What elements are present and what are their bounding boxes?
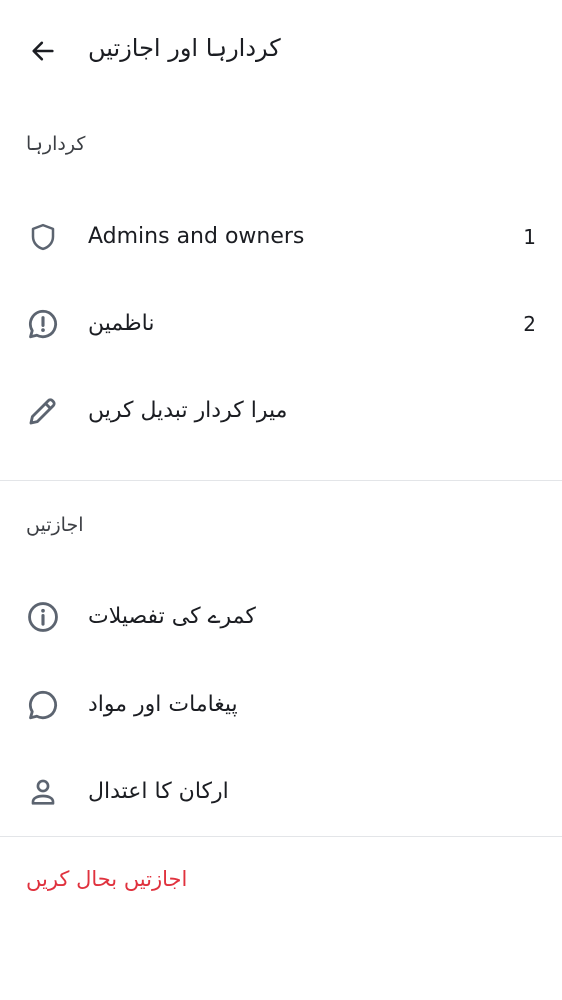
shield-icon (24, 218, 62, 256)
arrow-left-icon (29, 37, 57, 65)
permissions-section-label: اجازتیں (26, 514, 84, 536)
role-count: 2 (523, 312, 536, 336)
back-button[interactable] (20, 28, 66, 74)
roles-section-label: کردارہا (26, 133, 86, 155)
section-divider (0, 836, 562, 837)
page-title: کردارہا اور اجازتیں (88, 34, 281, 62)
role-count: 1 (523, 225, 536, 249)
permission-label: ارکان کا اعتدال (88, 779, 229, 804)
role-label: Admins and owners (88, 224, 305, 249)
alert-bubble-icon (24, 305, 62, 343)
user-icon (24, 773, 62, 811)
permission-room-details[interactable]: کمرے کی تفصیلات (0, 574, 562, 660)
role-moderators[interactable]: ناظمین 2 (0, 281, 562, 367)
permission-member-moderation[interactable]: ارکان کا اعتدال (0, 749, 562, 835)
change-my-role[interactable]: میرا کردار تبدیل کریں (0, 368, 562, 454)
app-header: کردارہا اور اجازتیں (0, 0, 562, 100)
chat-bubble-icon (24, 686, 62, 724)
pencil-icon (24, 392, 62, 430)
permission-messages-content[interactable]: پیغامات اور مواد (0, 662, 562, 748)
permission-label: کمرے کی تفصیلات (88, 604, 256, 629)
role-label: میرا کردار تبدیل کریں (88, 398, 288, 423)
info-icon (24, 598, 62, 636)
permission-label: پیغامات اور مواد (88, 692, 238, 717)
reset-permissions-button[interactable]: اجازتیں بحال کریں (26, 862, 187, 896)
role-label: ناظمین (88, 311, 155, 336)
role-admins-owners[interactable]: Admins and owners 1 (0, 194, 562, 280)
section-divider (0, 480, 562, 481)
